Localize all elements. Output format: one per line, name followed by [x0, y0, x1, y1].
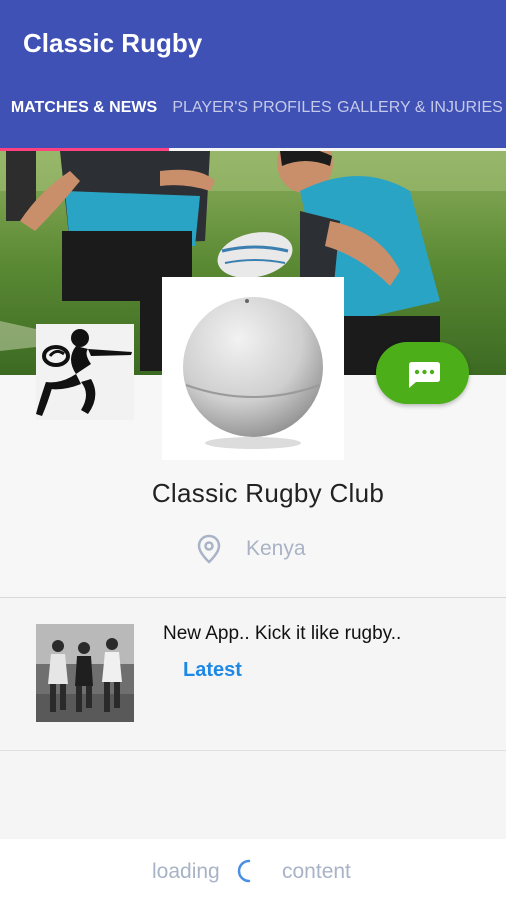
profile-avatar[interactable] — [162, 277, 344, 460]
loading-content-label: content — [282, 860, 351, 883]
news-title: New App.. Kick it like rugby.. — [163, 623, 402, 644]
loading-label: loading — [152, 860, 220, 883]
tab-players-profiles[interactable]: PLAYER'S PROFILES — [168, 96, 336, 148]
news-tag: Latest — [183, 659, 242, 681]
loading-spinner-icon — [237, 859, 251, 883]
club-logo — [36, 324, 134, 420]
news-list-item[interactable]: New App.. Kick it like rugby.. Latest — [0, 598, 506, 750]
news-thumbnail — [36, 624, 134, 722]
tab-bar: MATCHES & NEWS PLAYER'S PROFILES GALLERY… — [0, 96, 506, 148]
location-pin-icon — [197, 534, 221, 564]
app-bar: Classic Rugby MATCHES & NEWS PLAYER'S PR… — [0, 0, 506, 148]
app-title: Classic Rugby — [23, 28, 203, 58]
club-name: Classic Rugby Club — [151, 478, 385, 508]
location-row: Kenya — [196, 534, 306, 564]
location-text: Kenya — [246, 537, 306, 560]
tab-gallery-injuries[interactable]: GALLERY & INJURIES — [336, 96, 504, 148]
message-button[interactable] — [376, 342, 469, 404]
divider — [0, 750, 506, 751]
loading-footer: loading content — [0, 839, 506, 900]
tab-matches-news[interactable]: MATCHES & NEWS — [0, 96, 168, 148]
chat-bubble-icon — [409, 362, 440, 388]
